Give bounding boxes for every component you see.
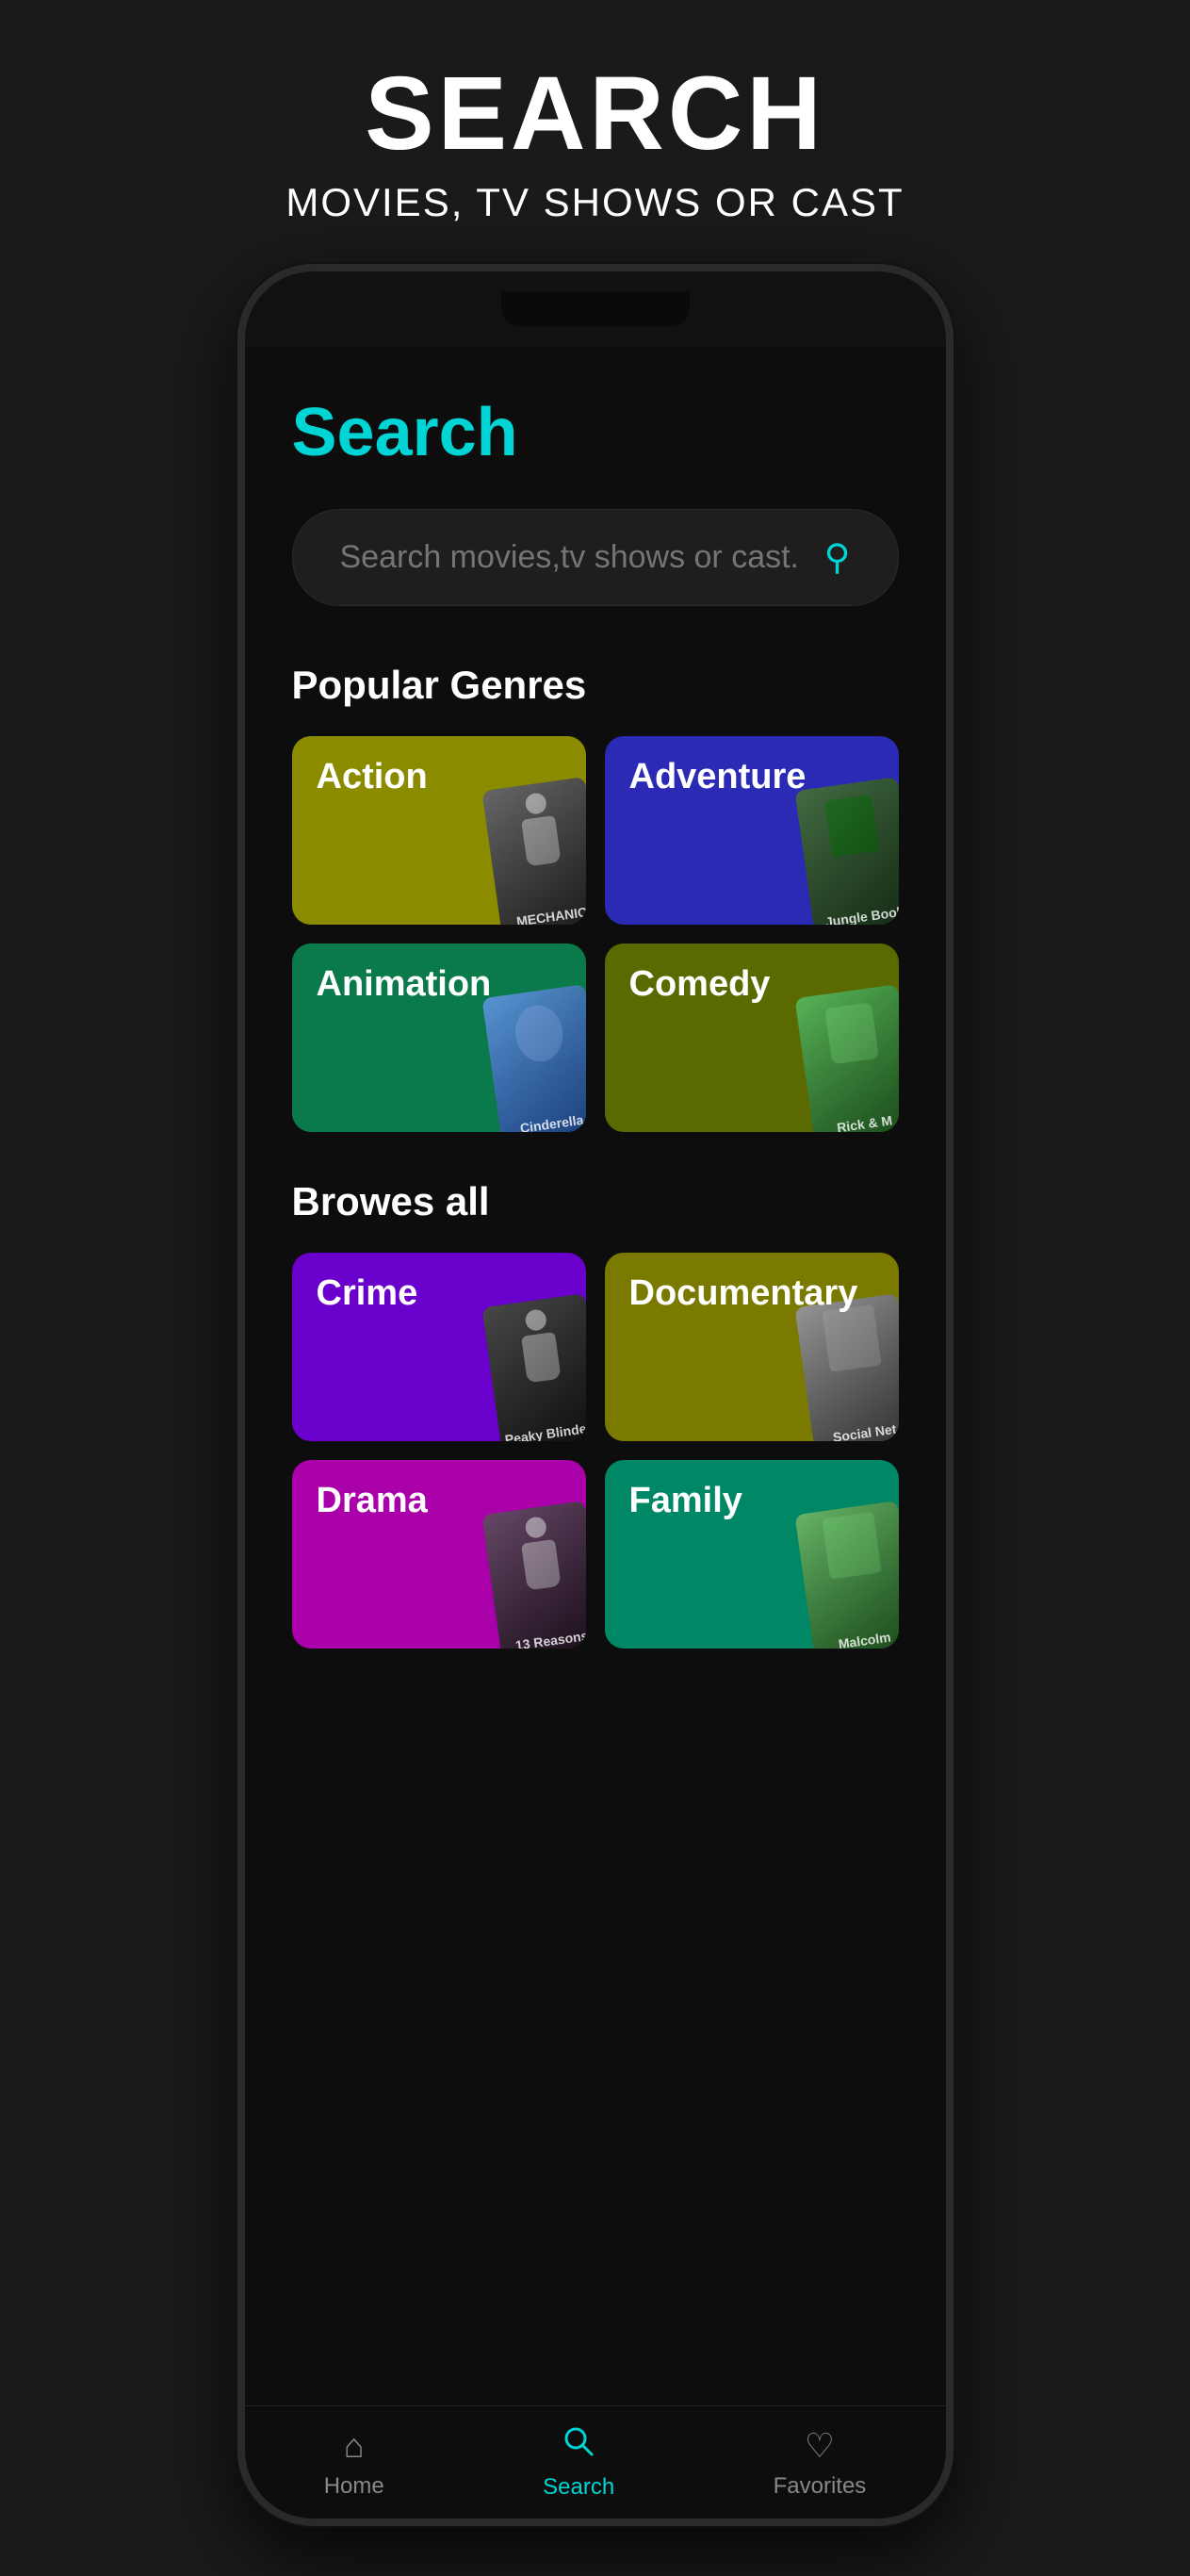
genre-label-family: Family xyxy=(629,1481,742,1521)
poster-text-family: Malcolm xyxy=(812,1626,899,1649)
search-input[interactable] xyxy=(340,539,800,576)
poster-text-documentary: Social Net xyxy=(812,1419,899,1441)
nav-item-favorites[interactable]: ♡ Favorites xyxy=(774,2426,867,2500)
promo-title: SEARCH xyxy=(38,57,1152,171)
genre-label-drama: Drama xyxy=(317,1481,428,1521)
browse-all-grid: Crime Peaky Blinders Documentary Social … xyxy=(292,1253,899,1649)
search-nav-icon xyxy=(562,2424,595,2467)
genre-card-drama[interactable]: Drama 13 Reasons xyxy=(292,1460,586,1649)
page-title: Search xyxy=(292,394,899,471)
poster-adventure: Jungle Book xyxy=(794,777,899,925)
genre-label-adventure: Adventure xyxy=(629,757,807,797)
phone-frame: Search ⚲ Popular Genres Action MECHANIC xyxy=(237,264,954,2526)
phone-wrapper: Search ⚲ Popular Genres Action MECHANIC xyxy=(237,264,954,2526)
poster-action: MECHANIC xyxy=(481,777,586,925)
poster-text-comedy: Rick & M xyxy=(812,1109,899,1132)
poster-text-adventure: Jungle Book xyxy=(812,902,899,925)
popular-genres-title: Popular Genres xyxy=(292,663,899,708)
nav-item-home[interactable]: ⌂ Home xyxy=(324,2426,384,2500)
genre-card-crime[interactable]: Crime Peaky Blinders xyxy=(292,1253,586,1441)
genre-card-action[interactable]: Action MECHANIC xyxy=(292,736,586,925)
promo-section: SEARCH MOVIES, TV SHOWS OR CAST xyxy=(0,0,1190,263)
nav-label-home: Home xyxy=(324,2473,384,2500)
poster-animation: Cinderella xyxy=(481,984,586,1132)
notch xyxy=(501,292,690,326)
genre-card-documentary[interactable]: Documentary Social Net xyxy=(605,1253,899,1441)
bottom-nav: ⌂ Home Search ♡ Favorites xyxy=(245,2405,946,2519)
home-icon: ⌂ xyxy=(344,2426,365,2466)
poster-text-action: MECHANIC xyxy=(499,902,586,925)
genre-label-animation: Animation xyxy=(317,964,492,1005)
genre-label-action: Action xyxy=(317,757,428,797)
poster-documentary: Social Net xyxy=(794,1293,899,1441)
nav-label-favorites: Favorites xyxy=(774,2473,867,2500)
poster-comedy: Rick & M xyxy=(794,984,899,1132)
genre-card-animation[interactable]: Animation Cinderella xyxy=(292,943,586,1132)
genre-card-adventure[interactable]: Adventure Jungle Book xyxy=(605,736,899,925)
search-icon[interactable]: ⚲ xyxy=(824,536,851,579)
poster-crime: Peaky Blinders xyxy=(481,1293,586,1441)
poster-text-animation: Cinderella xyxy=(499,1109,586,1132)
nav-item-search[interactable]: Search xyxy=(543,2424,614,2501)
poster-family: Malcolm xyxy=(794,1501,899,1649)
favorites-icon: ♡ xyxy=(805,2426,835,2466)
popular-genres-grid: Action MECHANIC Adventure Jungle Book xyxy=(292,736,899,1132)
genre-card-family[interactable]: Family Malcolm xyxy=(605,1460,899,1649)
genre-card-comedy[interactable]: Comedy Rick & M xyxy=(605,943,899,1132)
poster-text-drama: 13 Reasons xyxy=(499,1626,586,1649)
poster-drama: 13 Reasons xyxy=(481,1501,586,1649)
genre-label-crime: Crime xyxy=(317,1273,418,1314)
nav-label-search: Search xyxy=(543,2474,614,2501)
promo-subtitle: MOVIES, TV SHOWS OR CAST xyxy=(38,180,1152,225)
phone-content: Search ⚲ Popular Genres Action MECHANIC xyxy=(245,347,946,2420)
status-bar xyxy=(245,271,946,347)
browse-all-title: Browes all xyxy=(292,1179,899,1224)
genre-label-comedy: Comedy xyxy=(629,964,771,1005)
poster-text-crime: Peaky Blinders xyxy=(499,1419,586,1441)
search-bar[interactable]: ⚲ xyxy=(292,509,899,606)
genre-label-documentary: Documentary xyxy=(629,1273,858,1314)
